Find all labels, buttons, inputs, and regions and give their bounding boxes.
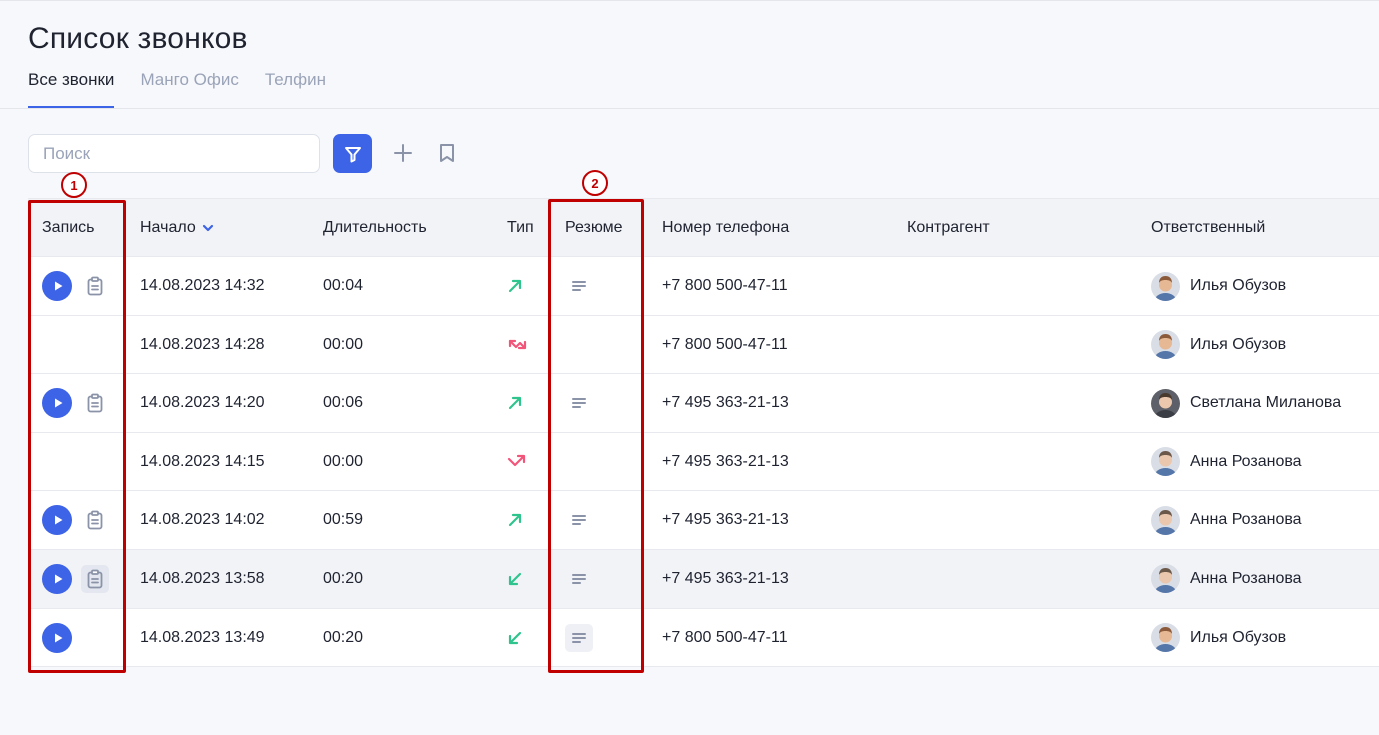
table-row[interactable]: 14.08.2023 14:15 00:00 +7 495 363-21-13 Анн…	[28, 432, 1379, 492]
duration: 00:00	[323, 335, 364, 353]
header-responsible[interactable]: Ответственный	[1151, 199, 1265, 256]
sort-chevron-down-icon	[202, 223, 214, 233]
duration: 00:59	[323, 511, 364, 529]
header-type[interactable]: Тип	[507, 199, 534, 256]
start-time: 14.08.2023 13:58	[140, 569, 265, 587]
start-time: 14.08.2023 14:15	[140, 452, 265, 470]
avatar	[1151, 388, 1180, 418]
add-button[interactable]	[390, 140, 416, 166]
duration: 00:06	[323, 394, 364, 412]
avatar	[1151, 271, 1180, 301]
outgoing-call-icon	[507, 512, 523, 528]
search-input[interactable]	[28, 134, 320, 173]
filter-icon	[344, 146, 361, 162]
start-time: 14.08.2023 14:02	[140, 511, 265, 529]
duration: 00:00	[323, 452, 364, 470]
responsible-name: Анна Розанова	[1190, 511, 1302, 529]
header-duration[interactable]: Длительность	[323, 199, 427, 256]
filter-button[interactable]	[333, 134, 372, 173]
call-type	[507, 433, 527, 491]
avatar	[1151, 623, 1180, 653]
table-row[interactable]: 14.08.2023 13:49 00:20 +7 800 500-47-11 Иль…	[28, 608, 1379, 668]
table-row[interactable]: 14.08.2023 14:20 00:06 +7 495 363-21-13 Све…	[28, 374, 1379, 433]
tab-mango-office[interactable]: Манго Офис	[140, 68, 238, 108]
missed-outgoing-call-icon	[507, 454, 527, 470]
phone-number[interactable]: +7 495 363-21-13	[662, 550, 789, 608]
responsible-name: Анна Розанова	[1190, 569, 1302, 587]
incoming-call-icon	[507, 630, 523, 646]
table-header: Запись Начало Длительность Тип Резюме Но…	[28, 199, 1379, 257]
call-type	[507, 257, 523, 315]
phone-number[interactable]: +7 800 500-47-11	[662, 316, 788, 374]
header-start[interactable]: Начало	[140, 199, 214, 256]
duration: 00:04	[323, 277, 364, 294]
start-time: 14.08.2023 14:28	[140, 335, 265, 353]
responsible: Анна Розанова	[1151, 433, 1302, 491]
responsible: Илья Обузов	[1151, 316, 1286, 374]
call-type	[507, 491, 523, 549]
tab-bar: Все звонки Манго Офис Телфин	[28, 68, 326, 108]
responsible: Анна Розанова	[1151, 550, 1302, 608]
bookmark-button[interactable]	[434, 140, 460, 166]
phone-number[interactable]: +7 495 363-21-13	[662, 433, 789, 491]
plus-icon	[394, 144, 412, 162]
annotation-box-1	[28, 200, 126, 673]
page-title: Список звонков	[28, 22, 248, 55]
annotation-badge-1: 1	[61, 172, 87, 198]
header-start-label: Начало	[140, 219, 196, 236]
header-counterparty[interactable]: Контрагент	[907, 199, 990, 256]
responsible-name: Светлана Миланова	[1190, 394, 1342, 412]
tab-telphin[interactable]: Телфин	[265, 68, 326, 108]
header-phone[interactable]: Номер телефона	[662, 199, 789, 256]
responsible-name: Илья Обузов	[1190, 628, 1287, 646]
phone-number[interactable]: +7 495 363-21-13	[662, 374, 789, 432]
bookmark-icon	[440, 144, 454, 162]
avatar	[1151, 564, 1180, 594]
top-border	[0, 0, 1379, 1]
phone-number[interactable]: +7 495 363-21-13	[662, 491, 789, 549]
avatar	[1151, 505, 1180, 535]
annotation-badge-2: 2	[582, 170, 608, 196]
table-row[interactable]: 14.08.2023 13:58 00:20 +7 495 363-21-13 Анн…	[28, 549, 1379, 609]
responsible-name: Илья Обузов	[1190, 277, 1287, 294]
call-type	[507, 609, 523, 667]
responsible-name: Анна Розанова	[1190, 452, 1302, 470]
responsible: Анна Розанова	[1151, 491, 1302, 549]
annotation-box-2	[548, 199, 644, 673]
table-body: 14.08.2023 14:32 00:04 +7 800 500-47-11 Иль…	[28, 257, 1379, 668]
outgoing-call-icon	[507, 395, 523, 411]
start-time: 14.08.2023 13:49	[140, 628, 265, 646]
calls-table: Запись Начало Длительность Тип Резюме Но…	[28, 198, 1379, 668]
call-type	[507, 316, 527, 374]
duration: 00:20	[323, 628, 364, 646]
call-type	[507, 374, 523, 432]
duration: 00:20	[323, 569, 364, 587]
responsible: Илья Обузов	[1151, 257, 1286, 315]
table-row[interactable]: 14.08.2023 14:02 00:59 +7 495 363-21-13 Анн…	[28, 491, 1379, 550]
table-row[interactable]: 14.08.2023 14:32 00:04 +7 800 500-47-11 Иль…	[28, 257, 1379, 316]
tabs-divider	[0, 108, 1379, 109]
start-time: 14.08.2023 14:20	[140, 394, 265, 412]
responsible: Илья Обузов	[1151, 609, 1286, 667]
incoming-call-icon	[507, 571, 523, 587]
avatar	[1151, 447, 1180, 477]
responsible-name: Илья Обузов	[1190, 335, 1287, 353]
missed-incoming-call-icon	[507, 337, 527, 353]
outgoing-call-icon	[507, 278, 523, 294]
avatar	[1151, 330, 1180, 360]
phone-number[interactable]: +7 800 500-47-11	[662, 257, 788, 315]
call-type	[507, 550, 523, 608]
tab-all-calls[interactable]: Все звонки	[28, 68, 115, 108]
phone-number[interactable]: +7 800 500-47-11	[662, 609, 788, 667]
start-time: 14.08.2023 14:32	[140, 277, 265, 294]
table-row[interactable]: 14.08.2023 14:28 00:00 +7 800 500-47-11 Иль…	[28, 315, 1379, 375]
responsible: Светлана Миланова	[1151, 374, 1341, 432]
